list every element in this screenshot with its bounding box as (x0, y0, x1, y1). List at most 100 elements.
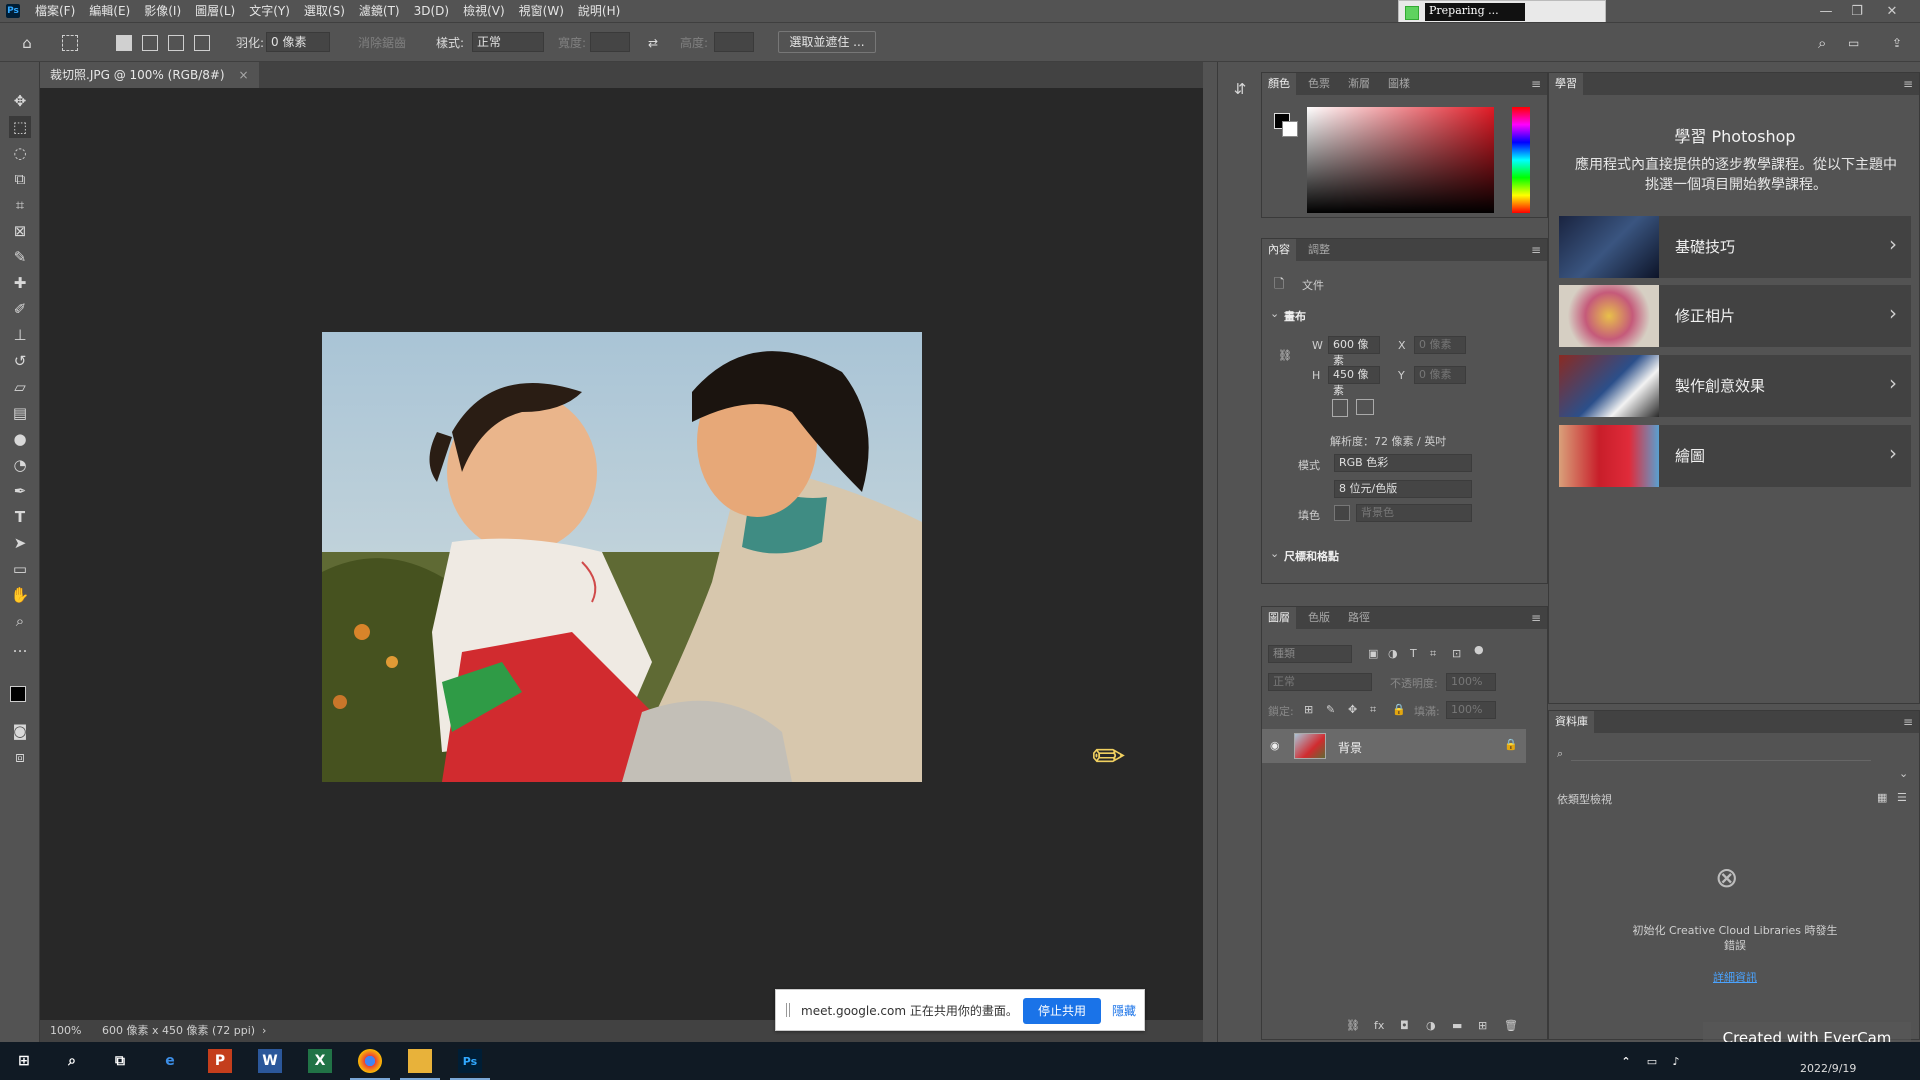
menu-help[interactable]: 說明(H) (571, 0, 627, 22)
filter-pixel-icon[interactable]: ▣ (1368, 647, 1378, 660)
style-select[interactable]: 正常 (472, 32, 544, 52)
file-explorer-icon[interactable] (400, 1049, 440, 1080)
hide-button[interactable]: 隱藏 (1112, 1002, 1136, 1019)
antialias-checkbox[interactable]: 消除鋸齒 (358, 33, 406, 53)
tab-libraries[interactable]: 資料庫 (1549, 711, 1594, 733)
gradient-tool-icon[interactable]: ▤ (9, 402, 31, 424)
blur-tool-icon[interactable]: ● (9, 428, 31, 450)
menu-file[interactable]: 檔案(F) (28, 0, 82, 22)
foreground-color-swatch[interactable] (10, 686, 26, 702)
excel-icon[interactable]: X (308, 1049, 332, 1073)
drag-handle-icon[interactable] (786, 1003, 790, 1017)
more-tools-icon[interactable]: … (9, 636, 31, 658)
intersect-selection-icon[interactable] (194, 35, 210, 51)
learn-card-creative-effects[interactable]: 製作創意效果 › (1559, 355, 1911, 417)
edge-browser-icon[interactable]: e (158, 1049, 182, 1073)
width-input[interactable] (590, 32, 630, 52)
workspace-icon[interactable]: ▭ (1848, 33, 1859, 53)
lock-all-icon[interactable]: 🔒 (1392, 703, 1406, 716)
list-view-icon[interactable]: ☰ (1897, 791, 1907, 804)
color-field[interactable] (1307, 107, 1494, 213)
pen-tool-icon[interactable]: ✒ (9, 480, 31, 502)
rulers-grid-section-header[interactable]: 尺標和格點 (1284, 548, 1339, 564)
type-tool-icon[interactable]: T (9, 506, 31, 528)
search-icon[interactable]: ⌕ (1818, 33, 1826, 53)
opacity-field[interactable]: 100% (1446, 673, 1496, 691)
word-icon[interactable]: W (258, 1049, 282, 1073)
tab-layers[interactable]: 圖層 (1262, 607, 1296, 629)
canvas-vertical-scrollbar[interactable] (1203, 88, 1217, 1020)
lock-image-icon[interactable]: ✎ (1326, 703, 1335, 716)
menu-view[interactable]: 檢視(V) (456, 0, 512, 22)
eraser-tool-icon[interactable]: ▱ (9, 376, 31, 398)
photoshop-taskbar-icon[interactable]: Ps (450, 1049, 490, 1080)
rectangle-tool-icon[interactable]: ▭ (9, 558, 31, 580)
menu-layer[interactable]: 圖層(L) (188, 0, 242, 22)
menu-edit[interactable]: 編輯(E) (82, 0, 137, 22)
object-select-tool-icon[interactable]: ⧉ (9, 168, 31, 190)
hand-tool-icon[interactable]: ✋ (9, 584, 31, 606)
menu-image[interactable]: 影像(I) (137, 0, 188, 22)
tab-close-icon[interactable]: × (238, 68, 248, 82)
menu-filter[interactable]: 濾鏡(T) (352, 0, 407, 22)
screen-mode-icon[interactable]: ⧈ (9, 746, 31, 768)
tab-channels[interactable]: 色版 (1302, 607, 1336, 629)
trash-icon[interactable]: 🗑 (1504, 1019, 1518, 1032)
tab-patterns[interactable]: 圖樣 (1382, 73, 1416, 95)
history-panel-icon[interactable]: ⇵ (1229, 78, 1251, 100)
crop-tool-icon[interactable]: ⌗ (9, 194, 31, 216)
group-folder-icon[interactable]: ▬ (1452, 1019, 1462, 1032)
panel-menu-icon[interactable]: ≡ (1903, 715, 1913, 729)
filter-shape-icon[interactable]: ⌗ (1430, 647, 1436, 661)
restore-icon[interactable]: ❐ (1843, 0, 1871, 22)
dodge-tool-icon[interactable]: ◔ (9, 454, 31, 476)
width-field[interactable]: 600 像素 (1328, 336, 1380, 367)
bit-depth-select[interactable]: 8 位元/色版 (1334, 480, 1472, 498)
fill-field[interactable]: 100% (1446, 701, 1496, 719)
move-tool-icon[interactable]: ✥ (9, 90, 31, 112)
chrome-icon[interactable] (350, 1049, 390, 1080)
share-icon[interactable]: ⇪ (1892, 33, 1902, 53)
blend-mode-select[interactable]: 正常 (1268, 673, 1372, 691)
add-selection-icon[interactable] (142, 35, 158, 51)
taskbar-date[interactable]: 2022/9/19 (1800, 1062, 1856, 1075)
subtract-selection-icon[interactable] (168, 35, 184, 51)
lock-transparent-icon[interactable]: ⊞ (1304, 703, 1313, 716)
tab-gradients[interactable]: 漸層 (1342, 73, 1376, 95)
healing-brush-tool-icon[interactable]: ✚ (9, 272, 31, 294)
tab-swatches[interactable]: 色票 (1302, 73, 1336, 95)
tab-adjustments[interactable]: 調整 (1302, 239, 1336, 261)
powerpoint-icon[interactable]: P (208, 1049, 232, 1073)
color-background-swatch[interactable] (1282, 121, 1298, 137)
learn-card-basics[interactable]: 基礎技巧 › (1559, 216, 1911, 278)
stop-sharing-button[interactable]: 停止共用 (1023, 998, 1101, 1024)
height-input[interactable] (714, 32, 754, 52)
lock-artboard-icon[interactable]: ⌗ (1370, 703, 1376, 717)
task-view-icon[interactable]: ⧉ (108, 1049, 132, 1073)
lasso-tool-icon[interactable]: ◌ (9, 142, 31, 164)
chevron-down-icon[interactable]: ⌄ (1270, 547, 1279, 560)
tab-color[interactable]: 顏色 (1262, 73, 1296, 95)
layer-name[interactable]: 背景 (1338, 739, 1362, 756)
marquee-preset-icon[interactable] (62, 35, 78, 51)
menu-3d[interactable]: 3D(D) (407, 0, 456, 22)
link-icon[interactable]: ⛓ (1278, 349, 1292, 362)
tray-chevron-icon[interactable]: ⌃ (1614, 1049, 1638, 1073)
fx-icon[interactable]: fx (1374, 1019, 1384, 1032)
marquee-tool-icon[interactable]: ⬚ (9, 116, 31, 138)
filter-adjustment-icon[interactable]: ◑ (1388, 647, 1398, 660)
layer-row[interactable]: ◉ 背景 🔒 (1262, 729, 1526, 763)
feather-input[interactable]: 0 像素 (266, 32, 330, 52)
menu-window[interactable]: 視窗(W) (512, 0, 571, 22)
link-layers-icon[interactable]: ⛓ (1346, 1019, 1360, 1032)
close-icon[interactable]: ✕ (1878, 0, 1906, 22)
tab-properties[interactable]: 內容 (1262, 239, 1296, 261)
brush-tool-icon[interactable]: ✐ (9, 298, 31, 320)
menu-type[interactable]: 文字(Y) (242, 0, 297, 22)
add-mask-icon[interactable]: ◘ (1400, 1019, 1409, 1032)
grid-view-icon[interactable]: ▦ (1877, 791, 1887, 804)
adjustment-layer-icon[interactable]: ◑ (1426, 1019, 1436, 1032)
panel-menu-icon[interactable]: ≡ (1531, 611, 1541, 625)
path-select-tool-icon[interactable]: ➤ (9, 532, 31, 554)
hue-slider[interactable] (1512, 107, 1530, 213)
